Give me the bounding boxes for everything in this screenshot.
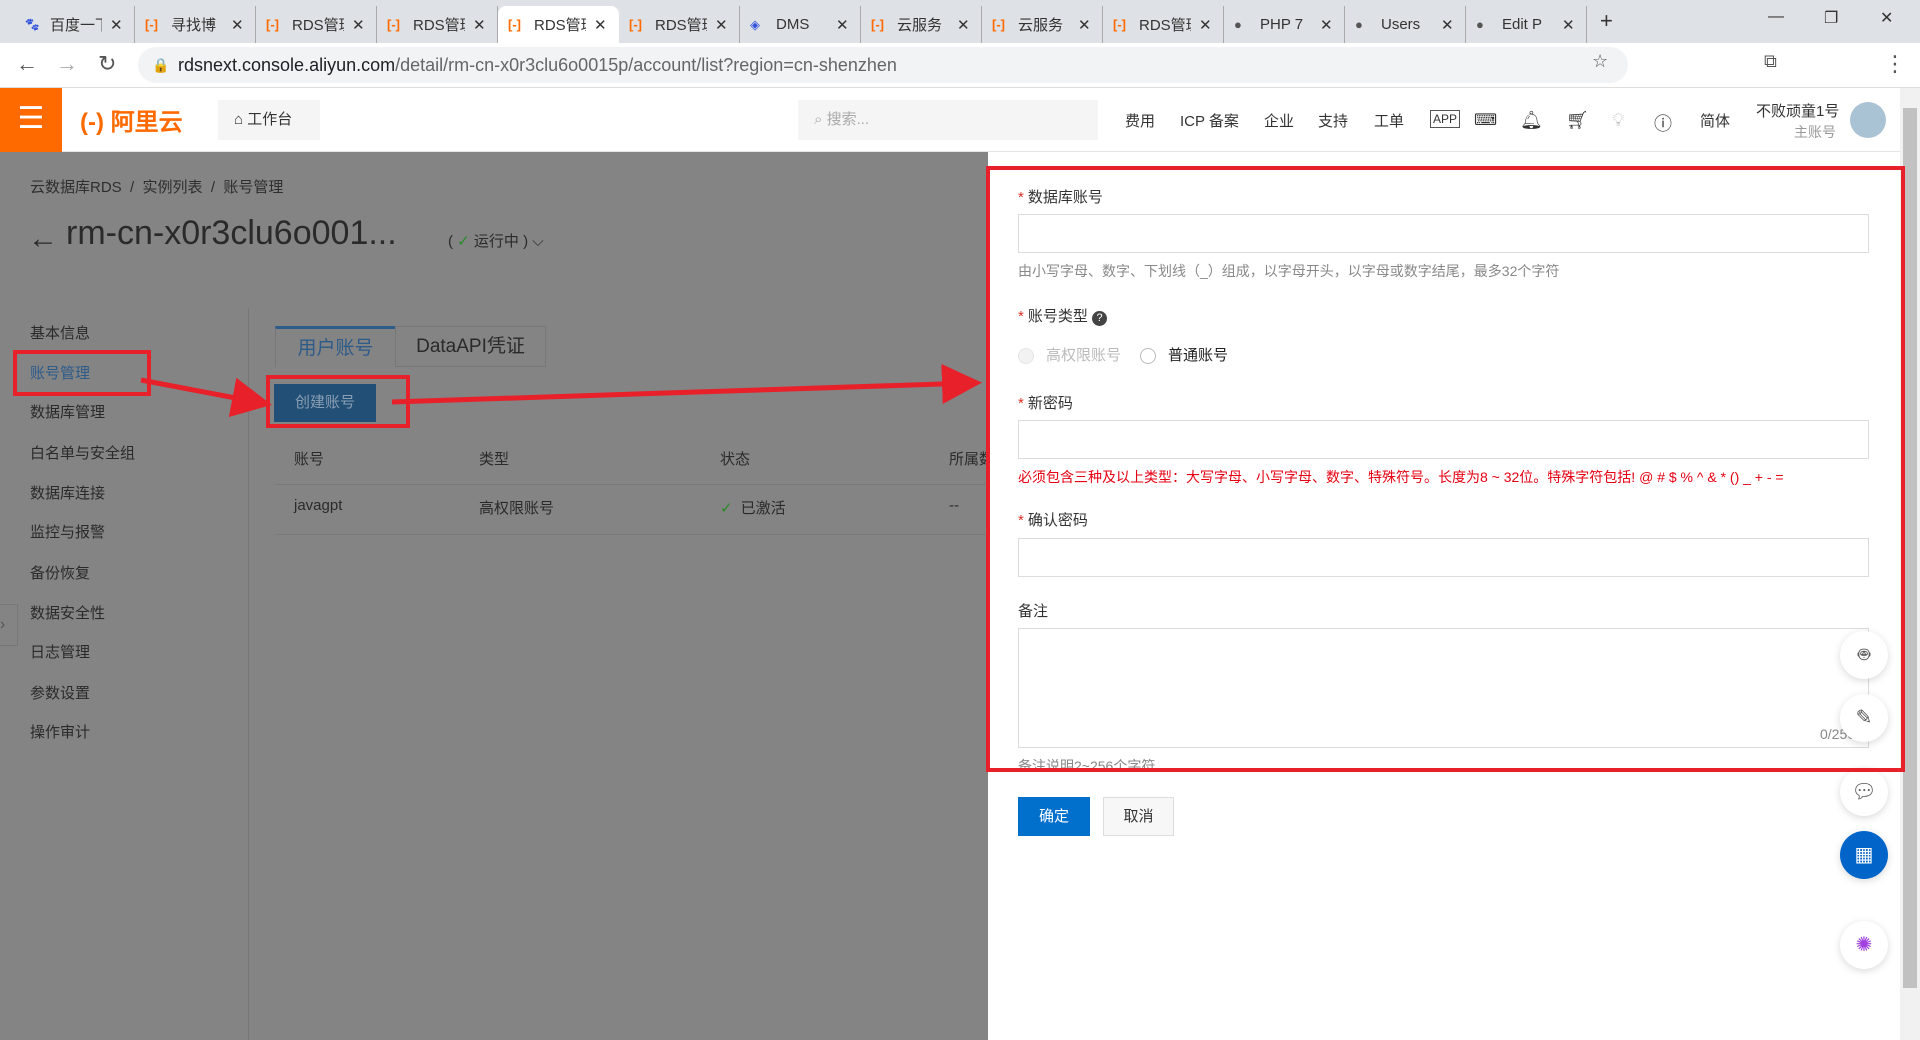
annotation-box-menu (13, 350, 151, 396)
annotation-layer (13, 166, 1905, 772)
annotation-arrow-2 (391, 363, 982, 405)
annotation-box-form (986, 166, 1905, 772)
annotation-box-create (266, 375, 410, 428)
annotation-arrow-1 (140, 377, 272, 418)
